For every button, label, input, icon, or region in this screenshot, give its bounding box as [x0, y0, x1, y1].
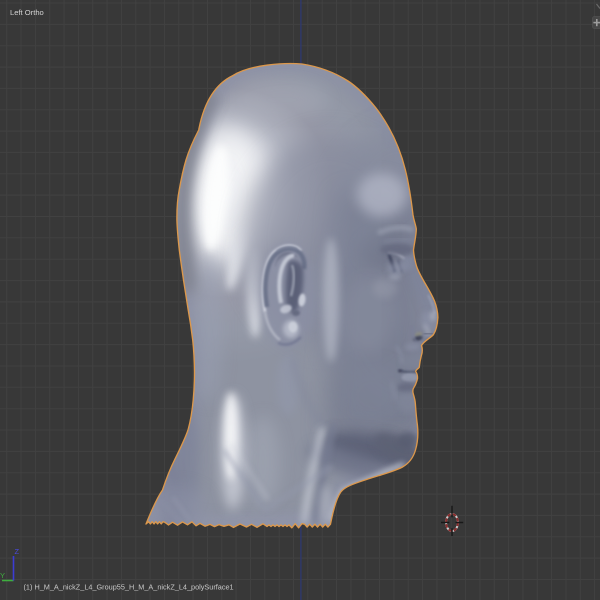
svg-text:(1) H_M_A_nickZ_L4_Group55_H_M: (1) H_M_A_nickZ_L4_Group55_H_M_A_nickZ_L… [24, 583, 234, 592]
svg-text:Left Ortho: Left Ortho [10, 8, 44, 17]
svg-text:Y: Y [0, 571, 5, 580]
svg-text:Z: Z [15, 547, 20, 556]
